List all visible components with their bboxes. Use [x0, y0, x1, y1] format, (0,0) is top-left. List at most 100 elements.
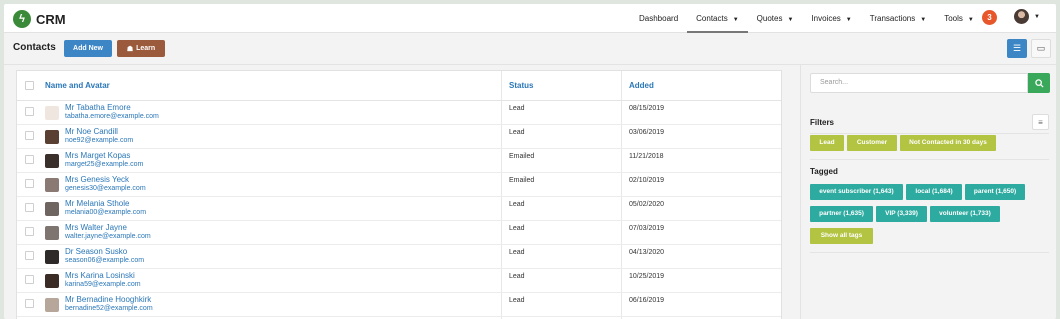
row-checkbox[interactable] [25, 203, 34, 212]
search-icon [1034, 78, 1044, 88]
avatar [45, 274, 59, 288]
tag-chip[interactable]: volunteer (1,733) [930, 206, 1000, 222]
filter-chip-not-contacted[interactable]: Not Contacted in 30 days [900, 135, 996, 151]
sidebar-divider [800, 65, 801, 319]
tag-chip[interactable]: parent (1,650) [965, 184, 1025, 200]
show-all-tags-button[interactable]: Show all tags [810, 228, 873, 244]
sliders-icon: ≡ [1038, 117, 1043, 127]
list-view-toggle[interactable]: ☰ [1007, 39, 1027, 58]
nav-transactions[interactable]: Transactions ▼ [861, 4, 935, 33]
table-row[interactable]: Mr Bernadine Hooghkirk bernadine52@examp… [17, 293, 781, 317]
contact-email[interactable]: genesis30@example.com [65, 185, 146, 192]
top-navbar: ϟ CRM Dashboard Contacts ▼ Quotes ▼ Invoic… [4, 4, 1056, 33]
tag-chip[interactable]: VIP (3,339) [876, 206, 927, 222]
row-checkbox[interactable] [25, 275, 34, 284]
filter-settings-button[interactable]: ≡ [1032, 114, 1049, 130]
row-checkbox[interactable] [25, 155, 34, 164]
tag-chip[interactable]: event subscriber (1,643) [810, 184, 903, 200]
contact-status: Lead [509, 249, 525, 256]
contact-email[interactable]: noe92@example.com [65, 137, 133, 144]
chevron-down-icon: ▼ [732, 17, 739, 23]
avatar [1014, 9, 1029, 24]
add-new-button[interactable]: Add New [64, 40, 112, 57]
row-checkbox[interactable] [25, 251, 34, 260]
nav-label: Invoices [811, 14, 841, 23]
avatar [45, 226, 59, 240]
crm-app: ϟ CRM Dashboard Contacts ▼ Quotes ▼ Invoic… [4, 4, 1056, 319]
brand[interactable]: ϟ CRM [13, 10, 66, 28]
table-row[interactable]: Mrs Marget Kopas marget25@example.com Em… [17, 149, 781, 173]
table-row[interactable]: Mr Melania Sthole melania00@example.com … [17, 197, 781, 221]
chevron-down-icon: ▼ [920, 17, 927, 23]
nav-tools[interactable]: Tools ▼ [935, 4, 983, 33]
contact-added-date: 02/10/2019 [629, 177, 665, 184]
learn-button[interactable]: ☗ Learn [117, 40, 165, 57]
select-all-checkbox[interactable] [25, 81, 34, 90]
contact-name[interactable]: Mrs Walter Jayne [65, 223, 127, 232]
nav-invoices[interactable]: Invoices ▼ [802, 4, 860, 33]
table-row[interactable]: Mrs Genesis Yeck genesis30@example.com E… [17, 173, 781, 197]
row-checkbox[interactable] [25, 227, 34, 236]
nav-label: Transactions [869, 14, 916, 23]
row-checkbox[interactable] [25, 299, 34, 308]
contact-email[interactable]: karina59@example.com [65, 281, 141, 288]
logo-icon: ϟ [13, 10, 31, 28]
table-row[interactable]: Mrs Karina Losinski karina59@example.com… [17, 269, 781, 293]
nav-contacts[interactable]: Contacts ▼ [687, 4, 748, 33]
contact-status: Lead [509, 129, 525, 136]
contact-email[interactable]: tabatha.emore@example.com [65, 113, 159, 120]
avatar [45, 130, 59, 144]
contact-added-date: 06/16/2019 [629, 297, 665, 304]
search-button[interactable] [1028, 73, 1050, 93]
contact-name[interactable]: Mrs Karina Losinski [65, 271, 135, 280]
contact-name[interactable]: Mrs Marget Kopas [65, 151, 130, 160]
column-header-name[interactable]: Name and Avatar [45, 71, 110, 101]
card-icon: ▭ [1036, 43, 1046, 53]
contact-email[interactable]: walter.jayne@example.com [65, 233, 151, 240]
search-input[interactable]: Search... [810, 73, 1028, 93]
contact-status: Lead [509, 225, 525, 232]
contact-email[interactable]: season06@example.com [65, 257, 144, 264]
contact-status: Emailed [509, 177, 535, 184]
contact-added-date: 03/06/2019 [629, 129, 665, 136]
contact-email[interactable]: bernadine52@example.com [65, 305, 153, 312]
filter-chip-customer[interactable]: Customer [847, 135, 897, 151]
user-menu[interactable]: ▼ [1014, 9, 1040, 24]
contacts-table: Name and Avatar Status Added Mr Tabatha … [16, 70, 782, 319]
nav-label: Contacts [696, 14, 728, 23]
filter-chip-lead[interactable]: Lead [810, 135, 844, 151]
contact-email[interactable]: melania00@example.com [65, 209, 146, 216]
tag-chip[interactable]: partner (1,635) [810, 206, 873, 222]
nav-quotes[interactable]: Quotes ▼ [748, 4, 803, 33]
column-header-status[interactable]: Status [509, 71, 533, 101]
contact-name[interactable]: Mr Tabatha Emore [65, 103, 131, 112]
filters-title: Filters [810, 118, 835, 127]
avatar [45, 202, 59, 216]
tag-chip[interactable]: local (1,684) [906, 184, 962, 200]
contact-status: Lead [509, 297, 525, 304]
contact-added-date: 05/02/2020 [629, 201, 665, 208]
table-row[interactable]: Dr Season Susko season06@example.com Lea… [17, 245, 781, 269]
table-row[interactable]: Mr Tabatha Emore tabatha.emore@example.c… [17, 101, 781, 125]
contact-added-date: 10/25/2019 [629, 273, 665, 280]
row-checkbox[interactable] [25, 107, 34, 116]
nav-dashboard[interactable]: Dashboard [630, 4, 687, 33]
tagged-title: Tagged [810, 167, 838, 176]
column-header-added[interactable]: Added [629, 71, 654, 101]
contact-email[interactable]: marget25@example.com [65, 161, 143, 168]
table-row[interactable]: Mr Noe Candill noe92@example.com Lead 03… [17, 125, 781, 149]
learn-label: Learn [136, 45, 156, 52]
row-checkbox[interactable] [25, 179, 34, 188]
contact-name[interactable]: Mrs Genesis Yeck [65, 175, 129, 184]
contact-name[interactable]: Mr Bernadine Hooghkirk [65, 295, 151, 304]
table-row[interactable]: Mrs Walter Jayne walter.jayne@example.co… [17, 221, 781, 245]
row-checkbox[interactable] [25, 131, 34, 140]
contact-name[interactable]: Dr Season Susko [65, 247, 127, 256]
nav-label: Quotes [756, 14, 783, 23]
page-title: Contacts [13, 42, 56, 53]
card-view-toggle[interactable]: ▭ [1031, 39, 1051, 58]
contact-name[interactable]: Mr Noe Candill [65, 127, 118, 136]
notification-badge[interactable]: 3 [982, 10, 997, 25]
contact-status: Lead [509, 201, 525, 208]
contact-name[interactable]: Mr Melania Sthole [65, 199, 129, 208]
